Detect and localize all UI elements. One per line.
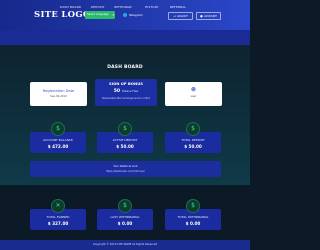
stat-value: $ 0.00 [117, 221, 133, 226]
stat-label: TOTAL WITHDRAWAL [177, 215, 209, 219]
user-card: ☻ user [165, 82, 222, 106]
footer-copyright: Copyright © 2019 SITE NAME All Rights Re… [92, 243, 158, 246]
stat-value: $ 50.00 [116, 144, 134, 149]
earned-icon: ✕ [51, 199, 65, 213]
nav-deposit[interactable]: DEPOSIT [91, 0, 105, 15]
nav-referral[interactable]: REFERRAL [170, 0, 186, 15]
page-title: DASH BOARD [107, 65, 143, 70]
signup-bonus-amount-row: 50 Tokens Free [95, 89, 157, 94]
registration-label: Registration Date [42, 89, 75, 93]
total-withdrawal-icon: $ [186, 199, 200, 213]
user-icon: ☻ [190, 87, 197, 93]
footer: Copyright © 2019 SITE NAME All Rights Re… [0, 240, 250, 250]
account-button[interactable]: ● ACCOUNT [196, 12, 221, 20]
signup-bonus-amount: 50 [113, 89, 121, 94]
nav-withdraw[interactable]: WITHDRAW [114, 0, 132, 15]
stat-label: ACCOUNT BALANCE [43, 138, 73, 142]
main-navbar [0, 30, 250, 45]
signup-bonus-note: Redeemable after exchange launch in 2021 [102, 97, 150, 100]
logout-label: LOGOUT [176, 15, 188, 18]
registration-date: Sep-09-2019 [50, 95, 67, 98]
signup-bonus-unit: Tokens Free [122, 89, 139, 93]
nav-history[interactable]: HISTORY [145, 0, 159, 15]
stat-label: ACTIVE DEPOSIT [112, 138, 138, 142]
withdrawal-icon: $ [118, 199, 132, 213]
signup-bonus-card: SIGN UP BONUS 50 Tokens Free Redeemable … [95, 79, 157, 106]
referral-label: Your Referral Link [113, 164, 138, 168]
stat-label: TOTAL DEPOSIT [181, 138, 205, 142]
signup-bonus-title: SIGN UP BONUS [108, 81, 144, 86]
stat-label: LAST WITHDRAWAL [110, 215, 140, 219]
wallet-icon: $ [51, 122, 65, 136]
registration-card: Registration Date Sep-09-2019 [30, 82, 87, 106]
stat-value: $ 327.00 [47, 221, 69, 226]
referral-link[interactable]: https://sitedomain.com/?ref=user [30, 170, 221, 173]
deposit-icon: $ [118, 122, 132, 136]
user-name: user [190, 95, 197, 98]
referral-box[interactable]: Your Referral Link https://sitedomain.co… [30, 161, 221, 177]
total-deposit-icon: $ [186, 122, 200, 136]
account-label: ACCOUNT [204, 15, 217, 18]
stat-value: $ 0.00 [185, 221, 201, 226]
stat-value: $ 50.00 [184, 144, 202, 149]
stat-value: $ 472.00 [47, 144, 69, 149]
nav-dashboard[interactable]: DASH BOARD [60, 0, 81, 15]
stat-label: TOTAL EARNED [46, 215, 70, 219]
user-icon: ● [200, 14, 203, 18]
